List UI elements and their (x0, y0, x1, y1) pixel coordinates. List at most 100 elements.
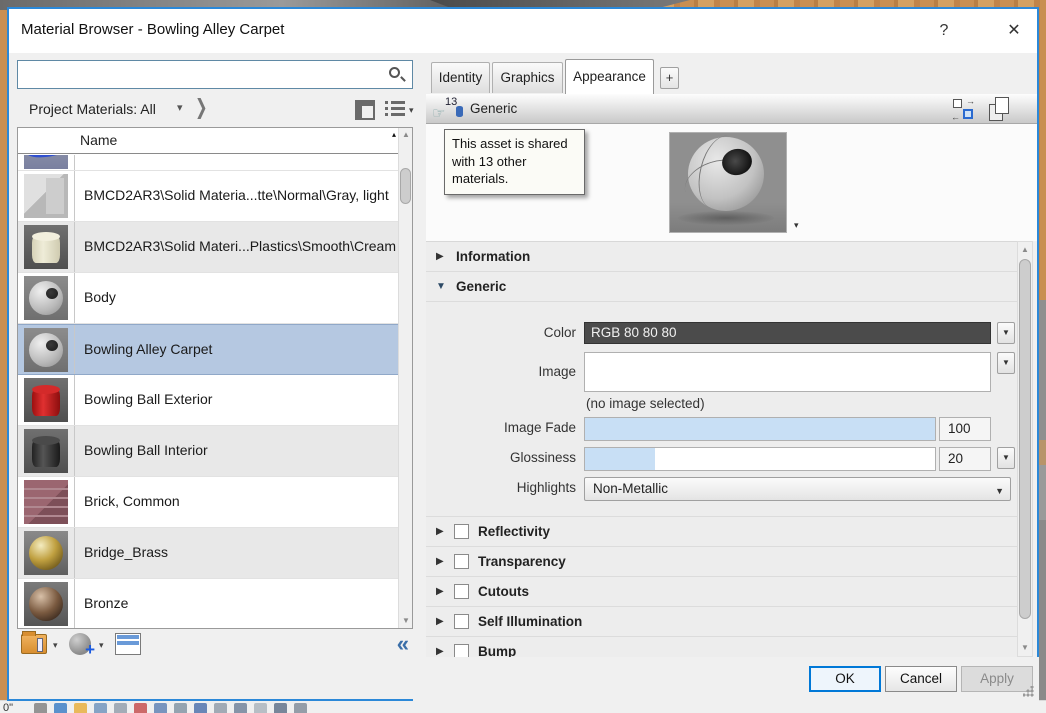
filter-label[interactable]: Project Materials: All (29, 101, 156, 117)
list-item[interactable]: BMCD2AR3\Solid Materi...Plastics\Smooth\… (18, 222, 399, 273)
tab-appearance[interactable]: Appearance (565, 59, 654, 94)
list-item[interactable]: Bowling Ball Exterior (18, 375, 399, 426)
status-icon[interactable] (94, 703, 107, 713)
close-button[interactable]: ✕ (999, 18, 1029, 44)
scroll-up-icon[interactable]: ▲ (1018, 243, 1032, 257)
list-item[interactable]: BMCD2AR3\Solid Materia...tte\Normal\Gray… (18, 171, 399, 222)
ok-button[interactable]: OK (809, 666, 881, 692)
expand-icon[interactable]: ▶ (436, 586, 444, 597)
material-search-box[interactable] (17, 60, 413, 89)
collapse-panel-icon[interactable]: « (397, 631, 409, 657)
status-icons (34, 703, 307, 713)
list-view-icon[interactable] (385, 100, 405, 120)
status-icon[interactable] (294, 703, 307, 713)
thumbnail-cell (18, 325, 75, 374)
image-fade-slider[interactable] (584, 417, 936, 441)
sections-scrollbar[interactable]: ▲ ▼ (1017, 241, 1033, 657)
scroll-down-icon[interactable]: ▼ (1018, 641, 1032, 655)
filter-expander-icon[interactable]: ❯ (195, 94, 208, 120)
add-tab-button[interactable]: + (660, 67, 679, 89)
section-generic[interactable]: ▼ Generic (426, 272, 1017, 302)
status-icon[interactable] (274, 703, 287, 713)
expand-icon[interactable]: ▶ (436, 646, 444, 657)
list-item[interactable]: Bowling Ball Interior (18, 426, 399, 477)
status-icon[interactable] (254, 703, 267, 713)
status-icon[interactable] (34, 703, 47, 713)
status-icon[interactable] (194, 703, 207, 713)
asset-header: ☞ 13 Generic → ← (426, 94, 1037, 124)
list-item-selected[interactable]: Bowling Alley Carpet (18, 324, 399, 375)
color-swatch[interactable]: RGB 80 80 80 (584, 322, 991, 344)
section-transparency[interactable]: ▶ Transparency (426, 547, 1017, 577)
scroll-down-icon[interactable]: ▼ (399, 614, 412, 628)
preview-options-dropdown-icon[interactable]: ▾ (794, 220, 799, 231)
search-input[interactable] (20, 63, 380, 86)
create-material-icon[interactable] (69, 633, 95, 660)
section-information[interactable]: ▶ Information (426, 242, 1017, 272)
glossiness-value[interactable]: 20 (939, 447, 991, 471)
collapse-icon[interactable]: ▼ (436, 281, 446, 292)
status-icon[interactable] (114, 703, 127, 713)
name-column-header[interactable]: Name (80, 132, 117, 148)
image-fade-value[interactable]: 100 (939, 417, 991, 441)
libraries-dropdown-icon[interactable]: ▾ (53, 640, 58, 651)
transparency-checkbox[interactable] (454, 554, 469, 569)
scrollbar-thumb[interactable] (1019, 259, 1031, 619)
section-bump[interactable]: ▶ Bump (426, 637, 1017, 657)
status-icon[interactable] (214, 703, 227, 713)
section-label: Cutouts (478, 584, 529, 599)
status-icon[interactable] (74, 703, 87, 713)
expand-icon[interactable]: ▶ (436, 616, 444, 627)
scrollbar-thumb[interactable] (400, 168, 411, 204)
list-item[interactable]: Brick, Common (18, 477, 399, 528)
title-bar[interactable]: Material Browser - Bowling Alley Carpet … (9, 9, 1037, 53)
bump-checkbox[interactable] (454, 644, 469, 657)
section-reflectivity[interactable]: ▶ Reflectivity (426, 517, 1017, 547)
resize-grip[interactable] (1023, 686, 1034, 697)
replace-asset-icon[interactable]: → ← (951, 96, 975, 122)
status-icon[interactable] (134, 703, 147, 713)
scroll-up-icon[interactable]: ▲ (399, 128, 412, 142)
list-item[interactable]: Bronze (18, 579, 399, 628)
image-dropdown-button[interactable]: ▼ (997, 352, 1015, 374)
help-button[interactable]: ? (931, 18, 957, 44)
glossiness-dropdown-button[interactable]: ▼ (997, 447, 1015, 469)
status-icon[interactable] (174, 703, 187, 713)
expand-icon[interactable]: ▶ (436, 251, 444, 262)
duplicate-asset-icon[interactable] (989, 97, 1011, 121)
create-material-dropdown-icon[interactable]: ▾ (99, 640, 104, 651)
tab-identity[interactable]: Identity (431, 62, 490, 93)
thumbnail-cell (18, 171, 75, 221)
material-thumbnail-gray-sphere (24, 276, 68, 320)
section-cutouts[interactable]: ▶ Cutouts (426, 577, 1017, 607)
status-icon[interactable] (154, 703, 167, 713)
status-icon[interactable] (234, 703, 247, 713)
asset-browser-icon[interactable] (115, 633, 141, 655)
material-libraries-icon[interactable] (21, 631, 47, 654)
list-item[interactable] (18, 155, 399, 171)
expand-icon[interactable]: ▶ (436, 556, 444, 567)
library-panel-toggle-icon[interactable] (355, 100, 375, 120)
image-field[interactable] (584, 352, 991, 392)
list-scrollbar[interactable]: ▲ ▼ (398, 128, 412, 628)
search-icon[interactable] (388, 66, 406, 84)
status-icon[interactable] (54, 703, 67, 713)
filter-dropdown-icon[interactable]: ▾ (177, 101, 183, 114)
list-item[interactable]: Bridge_Brass (18, 528, 399, 579)
reflectivity-checkbox[interactable] (454, 524, 469, 539)
expand-icon[interactable]: ▶ (436, 526, 444, 537)
self-illumination-checkbox[interactable] (454, 614, 469, 629)
glossiness-slider[interactable] (584, 447, 936, 471)
cancel-button[interactable]: Cancel (885, 666, 957, 692)
color-dropdown-button[interactable]: ▼ (997, 322, 1015, 344)
thumbnail-cell (18, 375, 75, 425)
highlights-dropdown[interactable]: Non-Metallic ▼ (584, 477, 1011, 501)
view-options-dropdown-icon[interactable]: ▾ (409, 105, 414, 116)
list-header[interactable]: Name ▴ (18, 128, 412, 154)
section-self-illumination[interactable]: ▶ Self Illumination (426, 607, 1017, 637)
cutouts-checkbox[interactable] (454, 584, 469, 599)
list-item[interactable]: Body (18, 273, 399, 324)
material-preview-image[interactable] (669, 131, 787, 233)
material-filter-row[interactable]: Project Materials: All ▾ ❯ ▾ (17, 94, 414, 125)
tab-graphics[interactable]: Graphics (492, 62, 563, 93)
